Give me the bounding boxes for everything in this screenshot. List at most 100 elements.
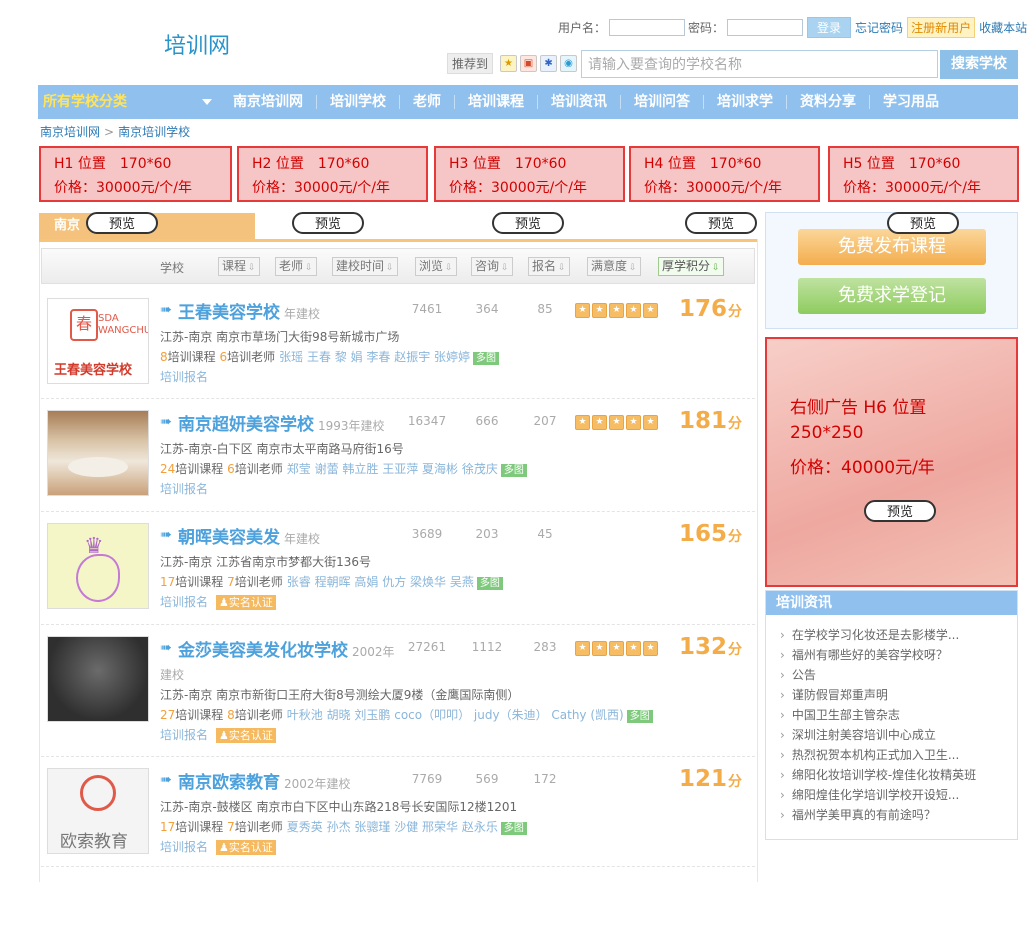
renren-share-icon[interactable]: ▣ (520, 54, 538, 72)
arrow-down-icon: ⇩ (501, 263, 509, 273)
sort-by-course[interactable]: 课程 ⇩ (218, 257, 260, 276)
nav-item-study[interactable]: 培训求学 (703, 95, 786, 109)
nav-item-news[interactable]: 培训资讯 (537, 95, 620, 109)
apply-link[interactable]: 培训报名 (160, 480, 208, 497)
photos-badge[interactable]: 多图 (476, 577, 503, 590)
allso-logo-icon (80, 775, 116, 811)
teacher-count: 7 (227, 575, 235, 589)
password-input[interactable] (727, 19, 804, 36)
arrow-down-icon: ⇩ (712, 263, 720, 273)
preview-button[interactable]: 预览 (492, 212, 564, 234)
preview-button[interactable]: 预览 (685, 212, 757, 234)
register-button[interactable]: 注册新用户 (907, 17, 976, 38)
sort-by-views[interactable]: 浏览 ⇩ (415, 257, 457, 276)
breadcrumb-separator: > (104, 125, 115, 139)
sort-by-signup[interactable]: 报名 ⇩ (528, 257, 570, 276)
study-register-button[interactable]: 免费求学登记 (798, 278, 986, 314)
forgot-password-link[interactable]: 忘记密码 (855, 19, 903, 36)
news-item[interactable]: 深圳注射美容培训中心成立 (780, 725, 1017, 745)
star-icon: ★ (592, 415, 607, 430)
teacher-names[interactable]: 夏秀英 孙杰 张骢瑾 沙健 邢荣华 赵永乐 (287, 820, 498, 834)
news-item[interactable]: 公告 (780, 665, 1017, 685)
news-item[interactable]: 热烈祝贺本机构正式加入卫生... (780, 745, 1017, 765)
all-categories-menu[interactable]: 所有学校分类 (38, 85, 220, 119)
ad-slot-h4[interactable]: H4 位置 170*60 价格：30000元/个/年 (629, 146, 820, 202)
qq-share-icon[interactable]: ◉ (560, 54, 578, 72)
ad-slot-h2[interactable]: H2 位置 170*60 价格：30000元/个/年 (237, 146, 428, 202)
nav-item-resources[interactable]: 资料分享 (786, 95, 869, 109)
news-item[interactable]: 绵阳化妆培训学校-煌佳化妆精英班 (780, 765, 1017, 785)
row-divider (41, 511, 755, 512)
ad-slot-h5[interactable]: H5 位置 170*60 价格：30000元/个/年 (828, 146, 1019, 202)
school-name[interactable]: 王春美容学校 年建校 (178, 298, 320, 323)
sort-by-satisfaction[interactable]: 满意度 ⇩ (587, 257, 641, 276)
news-item[interactable]: 谨防假冒郑重声明 (780, 685, 1017, 705)
school-logo[interactable]: ♛ (47, 523, 149, 609)
course-count: 17 (160, 820, 176, 834)
ad-slot-h3[interactable]: H3 位置 170*60 价格：30000元/个/年 (434, 146, 625, 202)
breadcrumb: 南京培训网 > 南京培训学校 (40, 123, 190, 140)
sort-points-label: 厚学积分 (662, 259, 711, 273)
school-name[interactable]: 南京超妍美容学校 1993年建校 (178, 410, 385, 435)
search-button[interactable]: 搜索学校 (940, 50, 1018, 79)
nav-item-qa[interactable]: 培训问答 (620, 95, 703, 109)
news-item[interactable]: 福州学美甲真的有前途吗？ (780, 805, 1017, 825)
sort-by-teacher[interactable]: 老师 ⇩ (275, 257, 317, 276)
teacher-names[interactable]: 叶秋池 胡晓 刘玉鹏 coco（叩叩） judy（朱迪） Cathy (凯西) (287, 708, 624, 722)
sort-by-points[interactable]: 厚学积分 ⇩ (658, 257, 724, 276)
consult-count: 666 (475, 414, 499, 428)
sort-signup-label: 报名 (532, 259, 557, 273)
username-input[interactable] (609, 19, 686, 36)
photos-badge[interactable]: 多图 (626, 710, 653, 723)
ad-slot-h6[interactable]: 右侧广告 H6 位置 250*250 价格：40000元/年 (765, 337, 1018, 587)
course-count: 27 (160, 708, 176, 722)
school-photo[interactable] (47, 410, 149, 496)
breadcrumb-home[interactable]: 南京培训网 (40, 125, 100, 139)
bookmark-link[interactable]: 收藏本站 (979, 19, 1027, 36)
search-input[interactable]: 请输入要查询的学校名称 (581, 50, 938, 78)
sort-by-consult[interactable]: 咨询 ⇩ (471, 257, 513, 276)
news-item[interactable]: 在学校学习化妆还是去影楼学... (780, 625, 1017, 645)
school-logo[interactable]: 欧索教育 (47, 768, 149, 854)
breadcrumb-current[interactable]: 南京培训学校 (118, 125, 190, 139)
apply-link[interactable]: 培训报名 ♟实名认证 (160, 726, 276, 743)
school-founded: 2002年 (352, 645, 395, 659)
nav-item-teachers[interactable]: 老师 (399, 95, 454, 109)
apply-link[interactable]: 培训报名 ♟实名认证 (160, 838, 276, 855)
nav-item-courses[interactable]: 培训课程 (454, 95, 537, 109)
baidu-share-icon[interactable]: ✱ (540, 54, 558, 72)
ad-slot-h1[interactable]: H1 位置 170*60 价格：30000元/个/年 (39, 146, 232, 202)
school-logo[interactable]: 春 SDAWANGCHUN 王春美容学校 (47, 298, 149, 384)
photos-badge[interactable]: 多图 (500, 464, 527, 477)
teacher-names[interactable]: 张瑶 王春 黎 娟 李春 赵振宇 张婷婷 (279, 350, 470, 364)
news-item[interactable]: 福州有哪些好的美容学校呀？ (780, 645, 1017, 665)
photos-badge[interactable]: 多图 (473, 352, 500, 365)
star-icon: ★ (609, 415, 624, 430)
course-count: 8 (160, 350, 168, 364)
sort-consult-label: 咨询 (475, 259, 500, 273)
school-name[interactable]: 朝晖美容美发 年建校 (178, 523, 320, 548)
nav-item-schools[interactable]: 培训学校 (316, 95, 399, 109)
teacher-names[interactable]: 张睿 程朝晖 高娟 仇方 梁焕华 吴燕 (287, 575, 474, 589)
login-button[interactable]: 登录 (807, 17, 852, 38)
photos-badge[interactable]: 多图 (500, 822, 527, 835)
sort-by-founded[interactable]: 建校时间 ⇩ (332, 257, 398, 276)
apply-link[interactable]: 培训报名 ♟实名认证 (160, 593, 276, 610)
school-name[interactable]: 金莎美容美发化妆学校 2002年 (178, 636, 395, 661)
apply-link[interactable]: 培训报名 (160, 368, 208, 385)
site-logo[interactable]: 培训网 (164, 28, 230, 60)
preview-button[interactable]: 预览 (887, 212, 959, 234)
preview-button[interactable]: 预览 (292, 212, 364, 234)
teacher-names[interactable]: 郑莹 谢蕾 韩立胜 王亚萍 夏海彬 徐茂庆 (287, 462, 498, 476)
preview-button[interactable]: 预览 (864, 500, 936, 522)
nav-item-nanjing[interactable]: 南京培训网 (220, 95, 316, 109)
nav-item-supplies[interactable]: 学习用品 (869, 95, 952, 109)
preview-button[interactable]: 预览 (86, 212, 158, 234)
school-name[interactable]: 南京欧索教育 2002年建校 (178, 768, 351, 793)
star-share-icon[interactable]: ★ (500, 54, 518, 72)
publish-course-button[interactable]: 免费发布课程 (798, 229, 986, 265)
news-item[interactable]: 绵阳煌佳化学培训学校开设短... (780, 785, 1017, 805)
school-founded: 1993年建校 (318, 419, 385, 433)
news-item[interactable]: 中国卫生部主管杂志 (780, 705, 1017, 725)
school-photo[interactable] (47, 636, 149, 722)
